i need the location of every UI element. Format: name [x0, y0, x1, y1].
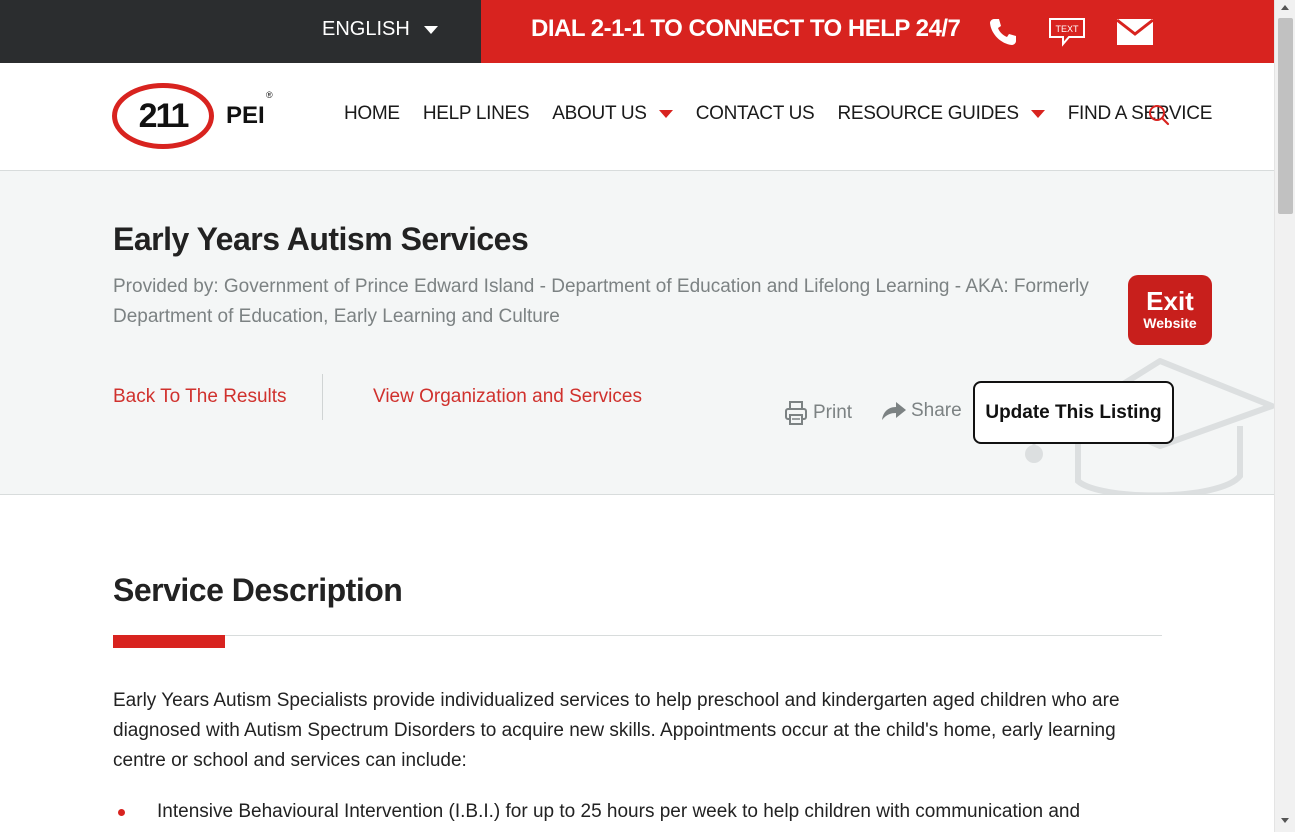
- nav-item-label: RESOURCE GUIDES: [837, 103, 1019, 124]
- exit-sublabel: Website: [1143, 315, 1197, 331]
- logo-registered-mark: ®: [266, 90, 273, 100]
- nav-item-label: HOME: [344, 103, 400, 124]
- link-divider: [322, 374, 323, 420]
- share-button[interactable]: Share: [881, 400, 962, 422]
- caret-down-icon: [658, 110, 673, 118]
- nav-item-label: FIND A SERVICE: [1067, 103, 1213, 124]
- section-divider: [113, 635, 1162, 636]
- nav-item-label: ABOUT US: [552, 103, 647, 124]
- text-message-icon[interactable]: TEXT: [1047, 14, 1087, 50]
- logo-number: 211: [138, 96, 190, 135]
- page-scrollbar[interactable]: [1274, 0, 1295, 832]
- nav-item-about-us[interactable]: ABOUT US: [552, 103, 673, 125]
- email-icon[interactable]: [1115, 14, 1155, 50]
- share-label: Share: [911, 400, 962, 421]
- caret-down-icon: [1030, 110, 1045, 118]
- exit-website-button[interactable]: Exit Website: [1128, 275, 1212, 345]
- list-item: Intensive Behavioural Intervention (I.B.…: [113, 797, 1163, 827]
- caret-down-icon: [423, 25, 438, 34]
- phone-icon[interactable]: [983, 14, 1023, 50]
- logo-region-text: PEI: [226, 102, 265, 129]
- nav-item-find-a-service[interactable]: FIND A SERVICE: [1067, 103, 1213, 125]
- list-item-text: Intensive Behavioural Intervention (I.B.…: [157, 801, 1081, 822]
- language-bar: ENGLISH: [0, 0, 481, 63]
- nav-item-label: HELP LINES: [422, 103, 530, 124]
- dial-211-text: DIAL 2-1-1 TO CONNECT TO HELP 24/7: [531, 15, 961, 42]
- search-icon[interactable]: [1148, 104, 1170, 131]
- scrollbar-thumb[interactable]: [1278, 18, 1293, 214]
- listing-hero: Early Years Autism Services Provided by:…: [0, 171, 1274, 495]
- service-description-heading: Service Description: [113, 572, 403, 608]
- service-list: Intensive Behavioural Intervention (I.B.…: [113, 797, 1163, 827]
- logo-region: PEI ®: [226, 90, 273, 130]
- scroll-up-icon[interactable]: [1281, 5, 1289, 10]
- site-logo[interactable]: 211 PEI ®: [112, 83, 273, 149]
- bullet-icon: [118, 809, 125, 816]
- share-arrow-icon: [882, 402, 906, 420]
- update-listing-button[interactable]: Update This Listing: [973, 381, 1174, 444]
- top-bar: ENGLISH DIAL 2-1-1 TO CONNECT TO HELP 24…: [0, 0, 1274, 63]
- print-label: Print: [813, 402, 853, 423]
- nav-item-resource-guides[interactable]: RESOURCE GUIDES: [837, 103, 1045, 125]
- logo-211-ring: 211: [112, 83, 214, 149]
- service-description-text: Early Years Autism Specialists provide i…: [113, 690, 1120, 771]
- nav-item-contact-us[interactable]: CONTACT US: [696, 103, 815, 125]
- page-title: Early Years Autism Services: [113, 221, 529, 257]
- printer-icon: [785, 401, 807, 425]
- section-accent-bar: [113, 635, 225, 648]
- nav-item-home[interactable]: HOME: [344, 103, 400, 125]
- exit-label: Exit: [1146, 286, 1194, 316]
- nav-item-help-lines[interactable]: HELP LINES: [422, 103, 530, 125]
- nav-item-label: CONTACT US: [695, 103, 815, 124]
- scroll-down-icon[interactable]: [1281, 818, 1289, 823]
- language-label: ENGLISH: [322, 18, 410, 40]
- dial-banner: DIAL 2-1-1 TO CONNECT TO HELP 24/7 TEXT: [481, 0, 1274, 63]
- provider-text: Provided by: Government of Prince Edward…: [113, 276, 1089, 327]
- back-to-results-link[interactable]: Back To The Results: [113, 386, 287, 408]
- site-header: 211 PEI ® HOME HELP LINES ABOUT US CONTA…: [0, 63, 1274, 171]
- text-icon-label: TEXT: [1055, 24, 1079, 34]
- language-selector[interactable]: ENGLISH: [322, 18, 438, 41]
- print-button[interactable]: Print: [784, 400, 852, 426]
- view-organization-link[interactable]: View Organization and Services: [373, 386, 642, 408]
- main-nav: HOME HELP LINES ABOUT US CONTACT US RESO…: [344, 103, 1235, 125]
